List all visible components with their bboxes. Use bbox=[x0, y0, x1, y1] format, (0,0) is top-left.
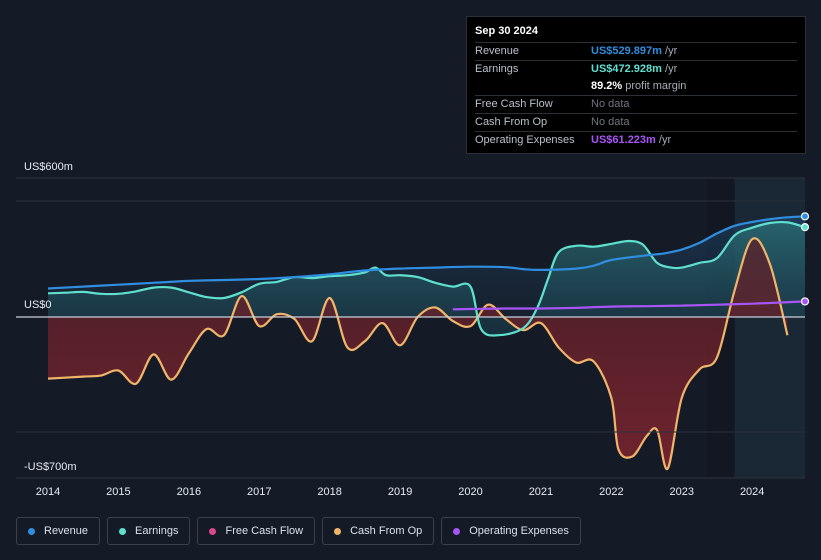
x-tick-label: 2021 bbox=[529, 486, 553, 498]
legend-dot-icon bbox=[209, 527, 217, 535]
tooltip-label: Free Cash Flow bbox=[475, 98, 553, 110]
legend-item-cash-from-op[interactable]: Cash From Op bbox=[322, 517, 435, 545]
tooltip-row-opex: Operating Expenses US$61.223m /yr bbox=[475, 131, 797, 149]
tooltip-unit: /yr bbox=[661, 45, 678, 57]
tooltip-label: Earnings bbox=[475, 63, 519, 75]
tooltip-value: US$472.928m bbox=[591, 63, 662, 75]
tooltip-row-cfo: Cash From Op No data bbox=[475, 113, 797, 131]
tooltip-label: Operating Expenses bbox=[475, 134, 575, 146]
x-tick-label: 2017 bbox=[247, 486, 271, 498]
tooltip-panel: Sep 30 2024 Revenue US$529.897m /yr Earn… bbox=[466, 16, 806, 154]
tooltip-value: US$529.897m bbox=[591, 45, 662, 57]
legend-dot-icon bbox=[334, 527, 342, 535]
tooltip-value: US$61.223m bbox=[591, 134, 656, 146]
legend-label: Earnings bbox=[135, 525, 179, 537]
tooltip-date: Sep 30 2024 bbox=[475, 25, 538, 37]
x-tick-label: 2019 bbox=[388, 486, 412, 498]
x-tick-label: 2024 bbox=[740, 486, 764, 498]
tooltip-unit: /yr bbox=[661, 63, 678, 75]
x-tick-label: 2020 bbox=[458, 486, 482, 498]
x-tick-label: 2015 bbox=[106, 486, 130, 498]
tooltip-margin-text: profit margin bbox=[622, 80, 687, 92]
x-tick-label: 2018 bbox=[317, 486, 341, 498]
tooltip-value: 89.2% bbox=[591, 80, 623, 92]
y-label-zero: US$0 bbox=[24, 299, 52, 311]
legend-dot-icon bbox=[28, 527, 35, 535]
legend-item-free-cash-flow[interactable]: Free Cash Flow bbox=[197, 517, 316, 545]
y-label-top: US$600m bbox=[24, 161, 73, 173]
legend-label: Cash From Op bbox=[350, 525, 423, 537]
legend-label: Free Cash Flow bbox=[225, 525, 304, 537]
legend-item-operating-expenses[interactable]: Operating Expenses bbox=[441, 517, 581, 545]
tooltip-value: No data bbox=[591, 116, 630, 128]
tooltip-row-earnings: Earnings US$472.928m /yr bbox=[475, 60, 797, 78]
tooltip-row-revenue: Revenue US$529.897m /yr bbox=[475, 42, 797, 60]
operating-expenses-end-point bbox=[800, 297, 810, 306]
legend-item-revenue[interactable]: Revenue bbox=[16, 517, 101, 545]
x-tick-label: 2023 bbox=[670, 486, 694, 498]
legend-label: Operating Expenses bbox=[469, 525, 569, 537]
chart-legend: Revenue Earnings Free Cash Flow Cash Fro… bbox=[16, 517, 581, 545]
x-tick-label: 2016 bbox=[177, 486, 201, 498]
earnings-end-point bbox=[800, 223, 810, 232]
legend-item-earnings[interactable]: Earnings bbox=[107, 517, 191, 545]
x-tick-label: 2014 bbox=[36, 486, 60, 498]
legend-label: Revenue bbox=[44, 525, 89, 537]
tooltip-label: Revenue bbox=[475, 45, 520, 57]
tooltip-row-margin: 89.2% profit margin bbox=[475, 78, 797, 95]
legend-dot-icon bbox=[453, 527, 461, 535]
tooltip-label: Cash From Op bbox=[475, 116, 548, 128]
revenue-end-point bbox=[800, 212, 810, 221]
tooltip-value: No data bbox=[591, 98, 630, 110]
legend-dot-icon bbox=[119, 527, 127, 535]
tooltip-row-fcf: Free Cash Flow No data bbox=[475, 95, 797, 113]
x-tick-label: 2022 bbox=[599, 486, 623, 498]
tooltip-unit: /yr bbox=[655, 134, 672, 146]
y-label-bottom: -US$700m bbox=[24, 461, 77, 473]
